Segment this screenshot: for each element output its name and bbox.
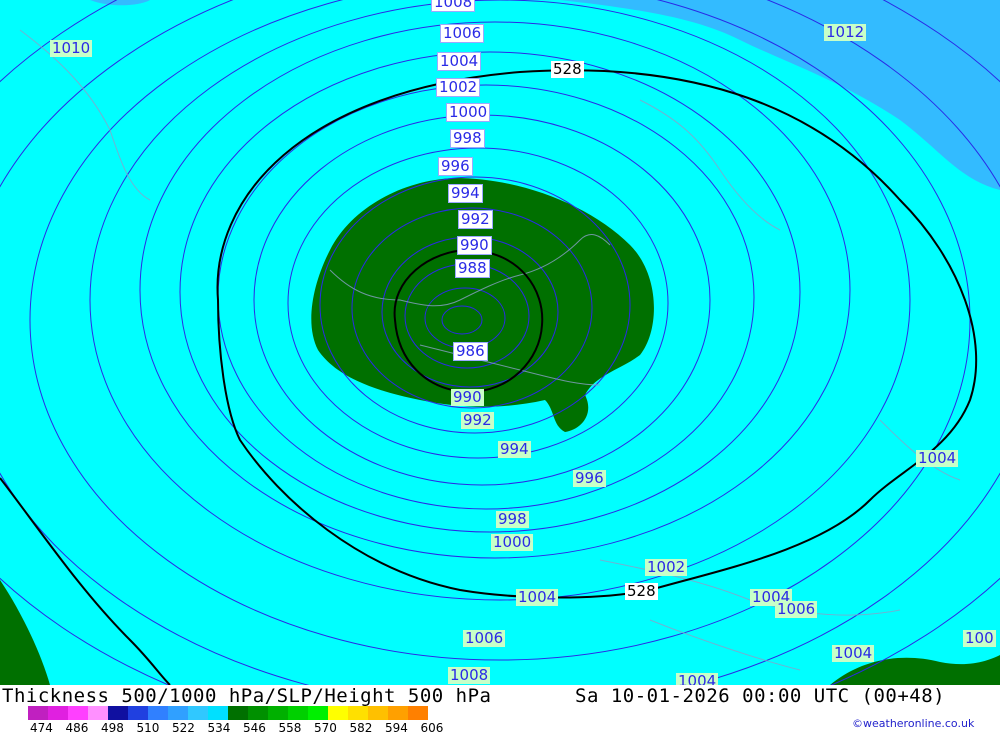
isobar-label: 1004: [916, 449, 959, 467]
colorbar-swatch: [288, 706, 308, 720]
isobar-label: 1006: [463, 629, 506, 647]
isobar-label: 1004: [832, 644, 875, 662]
isobar-label: 998: [450, 129, 485, 148]
colorbar-swatch: [108, 706, 128, 720]
weather-map: 1008 1006 1004 1002 1000 998 996 994 992…: [0, 0, 1000, 685]
isobar-label: 1002: [645, 558, 688, 576]
colorbar-swatch: [388, 706, 408, 720]
colorbar-swatch: [208, 706, 228, 720]
isobar-label: 1000: [446, 103, 491, 122]
isobar-label: 990: [457, 236, 492, 255]
colorbar-swatch: [168, 706, 188, 720]
isobar-label: 988: [455, 259, 490, 278]
isobar-label: 996: [573, 469, 606, 487]
isobar-label: 1002: [436, 78, 481, 97]
isobar-label: 986: [453, 342, 488, 361]
colorbar-swatch: [48, 706, 68, 720]
isobar-label: 1004: [516, 588, 559, 606]
isobar-label: 992: [458, 210, 493, 229]
isobar-label: 990: [451, 388, 484, 406]
isobar-label: 1012: [824, 23, 867, 41]
colorbar-swatch: [28, 706, 48, 720]
isobar-label: 1000: [491, 533, 534, 551]
thickness-label: 528: [551, 60, 584, 78]
isobar-label: 1008: [448, 666, 491, 684]
isobar-label: 998: [496, 510, 529, 528]
colorbar-swatch: [408, 706, 428, 720]
colorbar-swatch: [248, 706, 268, 720]
isobar-label: 992: [461, 411, 494, 429]
colorbar-swatch: [348, 706, 368, 720]
colorbar-swatch: [128, 706, 148, 720]
thickness-green-left: [0, 580, 50, 685]
isobar-label: 996: [438, 157, 473, 176]
credit-text: ©weatheronline.co.uk: [852, 717, 975, 730]
isobar-label: 994: [498, 440, 531, 458]
low-thickness-region: [560, 0, 1000, 190]
isobar-label: 1010: [50, 39, 93, 57]
colorbar-swatch: [368, 706, 388, 720]
isobar-label: 100: [963, 629, 996, 647]
map-title: Thickness 500/1000 hPa/SLP/Height 500 hP…: [2, 685, 492, 707]
colorbar-swatch: [308, 706, 328, 720]
isobar-label: 1004: [676, 673, 719, 685]
colorbar-swatch: [148, 706, 168, 720]
low-thickness-region-small: [90, 0, 150, 6]
thickness-label: 528: [625, 582, 658, 600]
colorbar-swatch: [188, 706, 208, 720]
isobar-label: 1006: [440, 24, 485, 43]
isobar-label: 1008: [431, 0, 476, 12]
colorbar-swatch: [228, 706, 248, 720]
colorbar: [28, 706, 428, 720]
colorbar-swatch: [328, 706, 348, 720]
map-canvas: [0, 0, 1000, 685]
map-timestamp: Sa 10-01-2026 00:00 UTC (00+48): [575, 685, 946, 707]
colorbar-swatch: [88, 706, 108, 720]
isobar-label: 1004: [437, 52, 482, 71]
isobar-label: 1006: [775, 600, 818, 618]
isobar-label: 994: [448, 184, 483, 203]
map-footer: Thickness 500/1000 hPa/SLP/Height 500 hP…: [0, 685, 1000, 735]
colorbar-swatch: [268, 706, 288, 720]
colorbar-swatch: [68, 706, 88, 720]
